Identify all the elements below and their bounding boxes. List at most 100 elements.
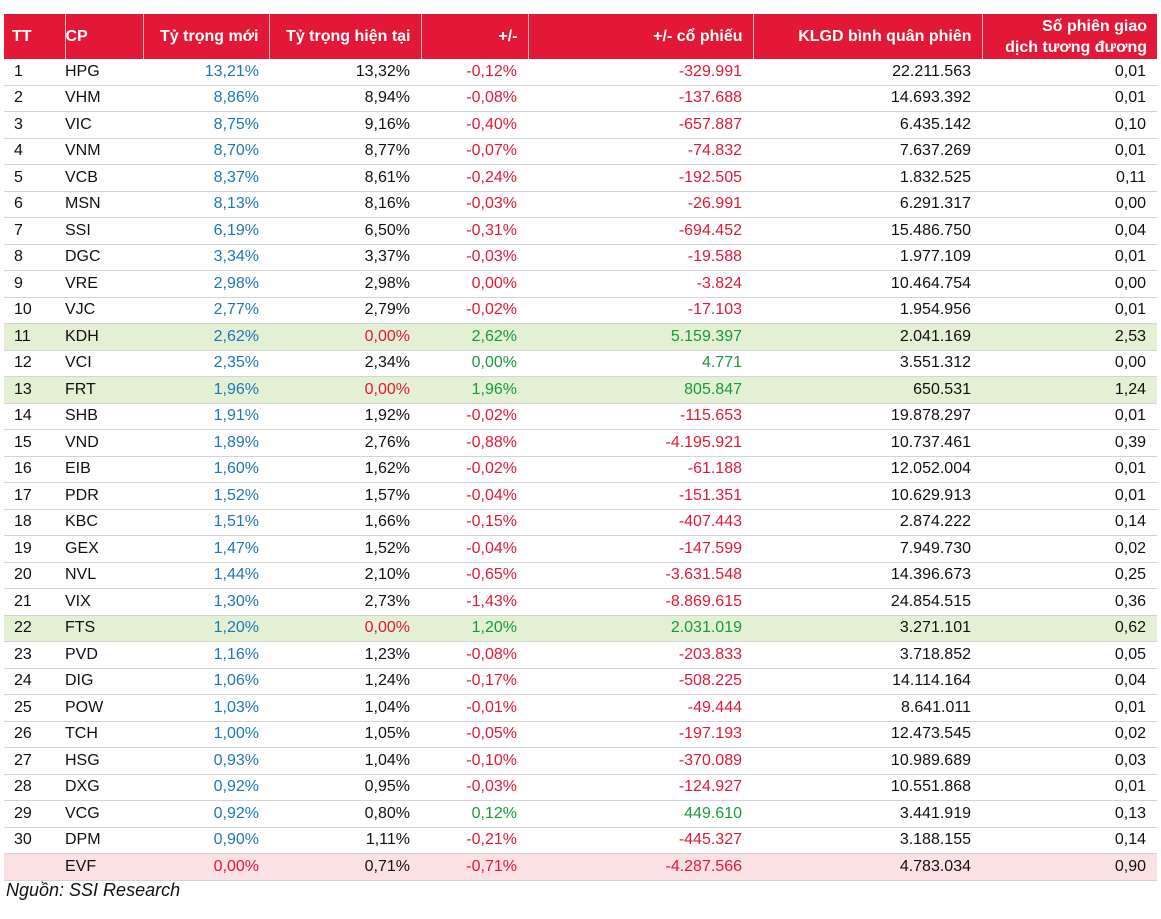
cell-current-weight: 0,00% bbox=[269, 615, 421, 642]
cell-current-weight: 2,79% bbox=[269, 297, 421, 324]
cell-new-weight: 1,96% bbox=[143, 376, 269, 404]
table-body: 1 HPG 13,21% 13,32% -0,12% -329.991 22.211.563… bbox=[4, 59, 1157, 881]
cell-diff-shares: 2.031.019 bbox=[528, 615, 753, 642]
cell-diff: -0,31% bbox=[421, 217, 528, 245]
cell-diff-shares: -192.505 bbox=[528, 164, 753, 192]
cell-new-weight: 1,16% bbox=[143, 641, 269, 669]
cell-avg-volume: 3.551.312 bbox=[753, 350, 982, 377]
cell-ticker: SHB bbox=[65, 403, 143, 430]
cell-new-weight: 2,62% bbox=[143, 323, 269, 351]
cell-avg-volume: 8.641.011 bbox=[753, 694, 982, 722]
table-row: 8 DGC 3,34% 3,37% -0,03% -19.588 1.977.109 0,01 bbox=[4, 244, 1157, 271]
cell-avg-volume: 10.551.868 bbox=[753, 774, 982, 801]
table-row: 26 TCH 1,00% 1,05% -0,05% -197.193 12.473.545 0… bbox=[4, 721, 1157, 748]
table-row: 4 VNM 8,70% 8,77% -0,07% -74.832 7.637.269 0,01 bbox=[4, 138, 1157, 165]
cell-diff-shares: -61.188 bbox=[528, 456, 753, 483]
cell-ticker: VJC bbox=[65, 297, 143, 324]
cell-sessions: 0,04 bbox=[982, 668, 1157, 695]
table-row: EVF 0,00% 0,71% -0,71% -4.287.566 4.783.034 0,… bbox=[4, 853, 1157, 881]
cell-current-weight: 2,73% bbox=[269, 588, 421, 616]
cell-sessions: 0,39 bbox=[982, 429, 1157, 457]
table-row: 12 VCI 2,35% 2,34% 0,00% 4.771 3.551.312 0,00 bbox=[4, 350, 1157, 377]
cell-ticker: HSG bbox=[65, 747, 143, 775]
cell-diff-shares: -137.688 bbox=[528, 85, 753, 112]
cell-avg-volume: 3.271.101 bbox=[753, 615, 982, 642]
cell-sessions: 0,02 bbox=[982, 535, 1157, 563]
cell-ticker: VCB bbox=[65, 164, 143, 192]
cell-diff: -0,02% bbox=[421, 403, 528, 430]
cell-ticker: PVD bbox=[65, 641, 143, 669]
cell-current-weight: 13,32% bbox=[269, 59, 421, 86]
cell-diff-shares: -147.599 bbox=[528, 535, 753, 563]
table-row: 10 VJC 2,77% 2,79% -0,02% -17.103 1.954.956 0,0… bbox=[4, 297, 1157, 324]
cell-ticker: FRT bbox=[65, 376, 143, 404]
cell-current-weight: 1,62% bbox=[269, 456, 421, 483]
cell-tt: 9 bbox=[4, 270, 65, 298]
cell-avg-volume: 650.531 bbox=[753, 376, 982, 404]
cell-tt: 11 bbox=[4, 323, 65, 351]
cell-sessions: 0,03 bbox=[982, 747, 1157, 775]
table-row: 20 NVL 1,44% 2,10% -0,65% -3.631.548 14.396.67… bbox=[4, 562, 1157, 589]
cell-new-weight: 0,92% bbox=[143, 800, 269, 828]
cell-new-weight: 0,90% bbox=[143, 827, 269, 854]
cell-ticker: EIB bbox=[65, 456, 143, 483]
cell-tt: 20 bbox=[4, 562, 65, 589]
cell-sessions: 0,90 bbox=[982, 853, 1157, 881]
cell-tt bbox=[4, 853, 65, 881]
cell-tt: 1 bbox=[4, 59, 65, 86]
header-new-weight: Tỷ trọng mới bbox=[143, 14, 270, 59]
cell-ticker: NVL bbox=[65, 562, 143, 589]
cell-sessions: 0,14 bbox=[982, 509, 1157, 536]
cell-diff: -0,08% bbox=[421, 85, 528, 112]
cell-ticker: EVF bbox=[65, 853, 143, 881]
cell-tt: 27 bbox=[4, 747, 65, 775]
cell-tt: 14 bbox=[4, 403, 65, 430]
cell-new-weight: 1,20% bbox=[143, 615, 269, 642]
cell-new-weight: 0,00% bbox=[143, 853, 269, 881]
cell-ticker: VCI bbox=[65, 350, 143, 377]
cell-diff-shares: -3.631.548 bbox=[528, 562, 753, 589]
cell-avg-volume: 22.211.563 bbox=[753, 59, 982, 86]
cell-diff: -0,05% bbox=[421, 721, 528, 748]
cell-tt: 19 bbox=[4, 535, 65, 563]
cell-diff-shares: -508.225 bbox=[528, 668, 753, 695]
cell-current-weight: 8,77% bbox=[269, 138, 421, 165]
cell-diff: -1,43% bbox=[421, 588, 528, 616]
cell-tt: 7 bbox=[4, 217, 65, 245]
cell-current-weight: 1,23% bbox=[269, 641, 421, 669]
cell-diff-shares: -4.195.921 bbox=[528, 429, 753, 457]
table-row: 14 SHB 1,91% 1,92% -0,02% -115.653 19.878.297 0… bbox=[4, 403, 1157, 430]
cell-sessions: 0,01 bbox=[982, 244, 1157, 271]
table-row: 13 FRT 1,96% 0,00% 1,96% 805.847 650.531 1,24 bbox=[4, 376, 1157, 404]
cell-sessions: 0,36 bbox=[982, 588, 1157, 616]
cell-sessions: 1,24 bbox=[982, 376, 1157, 404]
cell-new-weight: 6,19% bbox=[143, 217, 269, 245]
cell-ticker: POW bbox=[65, 694, 143, 722]
cell-current-weight: 9,16% bbox=[269, 111, 421, 139]
header-sessions-line2: dịch tương đương bbox=[1005, 38, 1147, 56]
cell-sessions: 0,00 bbox=[982, 270, 1157, 298]
cell-diff: -0,24% bbox=[421, 164, 528, 192]
cell-avg-volume: 4.783.034 bbox=[753, 853, 982, 881]
cell-tt: 30 bbox=[4, 827, 65, 854]
cell-new-weight: 13,21% bbox=[143, 59, 269, 86]
cell-new-weight: 1,91% bbox=[143, 403, 269, 430]
table-row: 24 DIG 1,06% 1,24% -0,17% -508.225 14.114.164 0… bbox=[4, 668, 1157, 695]
cell-current-weight: 1,66% bbox=[269, 509, 421, 536]
cell-diff: -0,15% bbox=[421, 509, 528, 536]
cell-diff-shares: -26.991 bbox=[528, 191, 753, 218]
cell-current-weight: 1,04% bbox=[269, 747, 421, 775]
table-row: 25 POW 1,03% 1,04% -0,01% -49.444 8.641.011 0,0… bbox=[4, 694, 1157, 722]
cell-new-weight: 1,30% bbox=[143, 588, 269, 616]
cell-new-weight: 0,92% bbox=[143, 774, 269, 801]
cell-diff: -0,03% bbox=[421, 244, 528, 271]
table-row: 28 DXG 0,92% 0,95% -0,03% -124.927 10.551.868 0… bbox=[4, 774, 1157, 801]
cell-tt: 21 bbox=[4, 588, 65, 616]
cell-ticker: VIX bbox=[65, 588, 143, 616]
cell-diff: -0,04% bbox=[421, 482, 528, 510]
cell-diff-shares: -197.193 bbox=[528, 721, 753, 748]
cell-tt: 22 bbox=[4, 615, 65, 642]
table-row: 19 GEX 1,47% 1,52% -0,04% -147.599 7.949.730 0,… bbox=[4, 535, 1157, 563]
cell-current-weight: 2,10% bbox=[269, 562, 421, 589]
cell-diff: 0,00% bbox=[421, 270, 528, 298]
